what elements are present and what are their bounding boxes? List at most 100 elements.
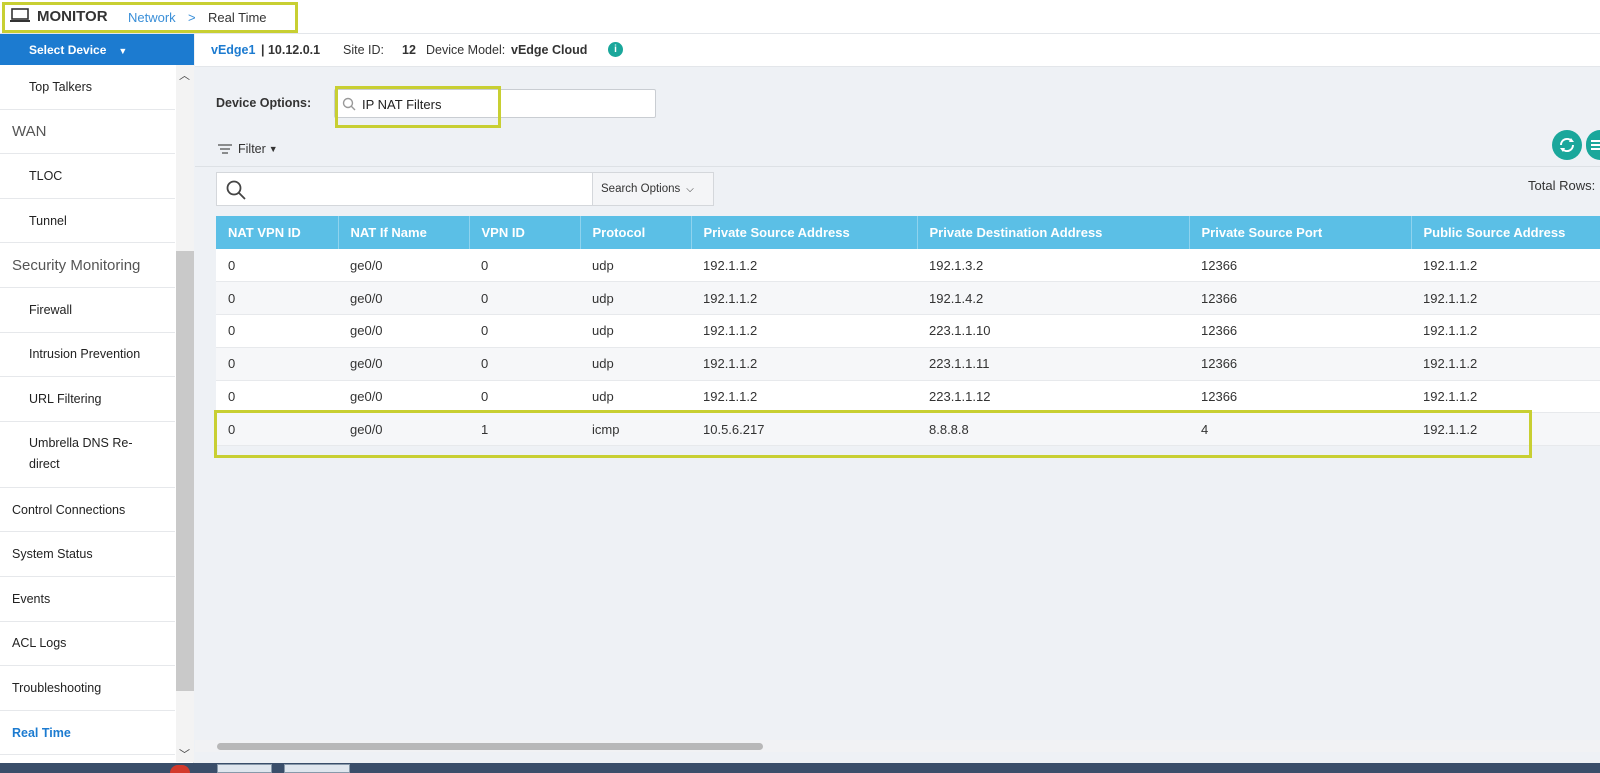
sidebar-item-label: Troubleshooting [12,680,102,695]
select-device-button[interactable]: Select Device ▼ [0,34,194,65]
info-icon[interactable]: i [608,42,623,57]
table-search-input[interactable] [257,178,797,200]
table-cell: 223.1.1.10 [917,314,1189,348]
table-cell: 12366 [1189,314,1411,348]
horizontal-scroll-thumb[interactable] [217,743,763,750]
chevron-up-icon[interactable]: ︿ [179,67,190,83]
table-cell: udp [580,281,691,316]
sidebar-item[interactable]: Top Talkers [0,65,175,110]
sidebar-item[interactable]: Real Time [0,711,175,756]
table-cell: 0 [469,281,580,316]
table-cell: 192.1.1.2 [1411,249,1600,283]
table-header-row: NAT VPN ID NAT If Name VPN ID Protocol Priva… [216,216,1600,249]
sidebar-item-label: TLOC [29,168,63,183]
taskbar-window-button[interactable] [284,764,350,773]
sidebar-item-label: Intrusion Prevention [29,347,141,362]
column-header[interactable]: VPN ID [469,216,581,249]
sidebar-menu: Top Talkers WAN TLOC Tunnel Security Monitor… [0,65,175,756]
sidebar-item[interactable]: Troubleshooting [0,666,175,711]
sidebar-item[interactable]: URL Filtering [0,377,175,422]
caret-down-icon: ▼ [118,45,128,56]
column-header[interactable]: Private Source Address [691,216,918,249]
sidebar-scroll-thumb[interactable] [176,251,194,691]
sidebar-scrollbar[interactable]: ︿ ﹀ [176,65,194,762]
table-cell: 0 [216,380,338,414]
table-cell: 0 [216,249,338,283]
table-cell: 0 [469,347,580,381]
total-rows-label: Total Rows: [1528,178,1596,193]
table-cell: 192.1.1.2 [691,281,917,316]
table-row[interactable]: 0 ge0/0 0 udp 192.1.1.2 223.1.1.10 12366 192.1.… [216,314,1600,348]
table-cell: udp [580,249,691,283]
table-cell: ge0/0 [338,314,469,348]
table-cell: 12366 [1189,380,1411,414]
sidebar-item[interactable]: TLOC [0,154,175,199]
taskbar-app-icon[interactable] [170,765,190,773]
table-cell: 12366 [1189,347,1411,381]
column-header[interactable]: Protocol [580,216,692,249]
table-cell: 0 [469,380,580,414]
device-model-value: vEdge Cloud [511,43,588,57]
caret-down-icon: ▼ [268,144,278,154]
sidebar-item[interactable]: System Status [0,532,175,577]
horizontal-scrollbar[interactable] [195,740,1600,752]
sidebar: Select Device ▼ Top Talkers WAN TLOC Tunnel S… [0,34,194,764]
sidebar-item[interactable]: Umbrella DNS Re-direct [0,422,175,488]
table-cell: 192.1.1.2 [691,347,917,381]
table-cell: 12366 [1189,281,1411,316]
device-options-highlight-box [335,86,501,128]
chevron-down-icon[interactable]: ﹀ [179,746,190,762]
filter-dropdown[interactable]: Filter ▼ [218,142,278,156]
sidebar-item[interactable]: Control Connections [0,488,175,533]
site-id-label: Site ID: [343,43,384,57]
sidebar-item[interactable]: Firewall [0,288,175,333]
column-header[interactable]: NAT If Name [338,216,470,249]
refresh-button[interactable] [1552,130,1582,160]
sidebar-item-label: Real Time [12,725,71,740]
table-row[interactable]: 0 ge0/0 0 udp 192.1.1.2 223.1.1.11 12366 192.1.… [216,347,1600,381]
select-device-label: Select Device [29,43,107,57]
table-cell: 192.1.1.2 [1411,380,1600,414]
header-highlight-box [2,2,298,33]
sidebar-item-label: System Status [12,547,93,562]
sidebar-item[interactable]: Events [0,577,175,622]
table-cell: ge0/0 [338,347,469,381]
menu-icon [1591,140,1600,150]
refresh-icon [1559,137,1575,153]
table-cell: 192.1.3.2 [917,249,1189,283]
table-cell: udp [580,314,691,348]
sidebar-item[interactable]: Tunnel [0,199,175,244]
table-cell: 192.1.1.2 [1411,281,1600,316]
column-header[interactable]: Public Source Address [1411,216,1600,249]
column-header[interactable]: NAT VPN ID [216,216,339,249]
sidebar-item[interactable]: Intrusion Prevention [0,333,175,378]
sidebar-item-label: Top Talkers [29,79,92,94]
sidebar-item-label: URL Filtering [29,391,102,406]
table-row[interactable]: 0 ge0/0 0 udp 192.1.1.2 223.1.1.12 12366 192.1.… [216,380,1600,414]
filter-label: Filter [238,142,266,156]
device-options-label: Device Options: [216,96,312,110]
table-cell: ge0/0 [338,380,469,414]
row-highlight-box [214,410,1532,458]
search-options-dropdown[interactable]: Search Options ⌵ [592,172,714,206]
table-row[interactable]: 0 ge0/0 0 udp 192.1.1.2 192.1.4.2 12366 192.1.1… [216,281,1600,316]
sidebar-item-label: Security Monitoring [12,256,141,274]
table-cell: 0 [469,314,580,348]
taskbar-window-button[interactable] [217,764,272,773]
site-id-value: 12 [402,43,416,57]
column-header[interactable]: Private Destination Address [917,216,1190,249]
table-cell: 223.1.1.11 [917,347,1189,381]
device-name-link[interactable]: vEdge1 [211,43,255,57]
table-cell: 0 [216,347,338,381]
sidebar-item-label: Control Connections [12,502,126,517]
top-header: MONITOR Network > Real Time [0,0,1600,34]
search-icon [226,180,246,200]
device-model-label: Device Model: [426,43,506,57]
table-row[interactable]: 0 ge0/0 0 udp 192.1.1.2 192.1.3.2 12366 192.1.1… [216,249,1600,283]
column-header[interactable]: Private Source Port [1189,216,1412,249]
sidebar-item[interactable]: ACL Logs [0,622,175,667]
filter-icon [218,144,232,154]
table-cell: 192.1.1.2 [691,249,917,283]
table-cell: udp [580,347,691,381]
menu-button[interactable] [1586,130,1600,160]
